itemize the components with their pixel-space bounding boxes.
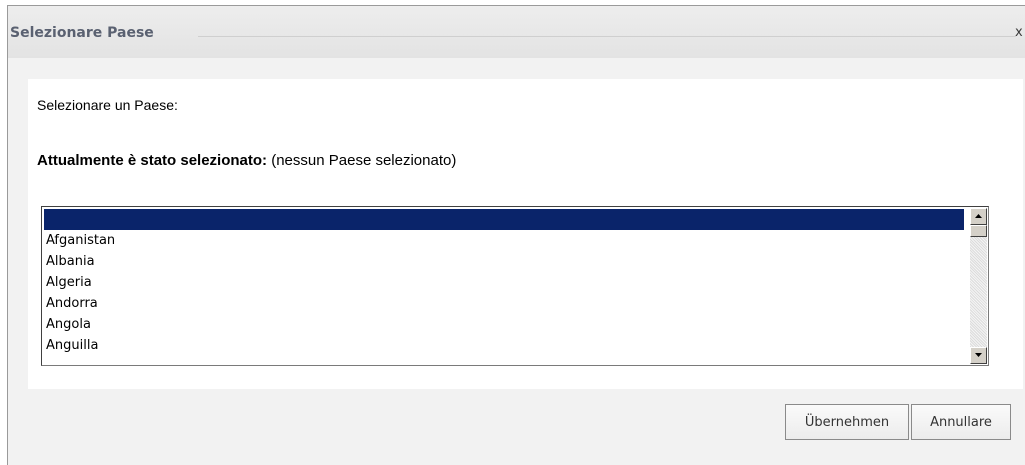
apply-button[interactable]: Übernehmen: [785, 404, 909, 440]
current-selection-label: Attualmente è stato selezionato:: [37, 152, 268, 169]
country-option[interactable]: Anguilla: [44, 335, 964, 356]
cancel-button[interactable]: Annullare: [911, 404, 1011, 440]
listbox-scrollbar[interactable]: [970, 208, 987, 364]
arrow-down-icon: [975, 353, 982, 357]
title-divider: [198, 36, 1016, 37]
current-selection: Attualmente è stato selezionato: (nessun…: [37, 152, 456, 169]
dialog-title: Selezionare Paese: [10, 25, 154, 41]
country-option[interactable]: Angola: [44, 314, 964, 335]
country-option[interactable]: Algeria: [44, 272, 964, 293]
dialog-titlebar: Selezionare Paese x: [8, 6, 1025, 58]
arrow-up-icon: [975, 214, 982, 218]
scroll-thumb[interactable]: [970, 225, 987, 237]
current-selection-value: (nessun Paese selezionato): [271, 152, 457, 169]
close-button[interactable]: x: [1015, 25, 1023, 40]
scroll-up-button[interactable]: [970, 208, 987, 225]
country-option[interactable]: Albania: [44, 251, 964, 272]
country-listbox[interactable]: Afganistan Albania Algeria Andorra Angola Ang…: [41, 206, 989, 366]
scroll-down-button[interactable]: [970, 347, 987, 364]
select-country-prompt: Selezionare un Paese:: [37, 97, 178, 113]
country-list: Afganistan Albania Algeria Andorra Angola Ang…: [44, 209, 964, 356]
country-option[interactable]: Afganistan: [44, 230, 964, 251]
country-option[interactable]: Andorra: [44, 293, 964, 314]
dialog-content: Selezionare un Paese: Attualmente è stat…: [28, 79, 1023, 389]
select-country-dialog: Selezionare Paese x Selezionare un Paese…: [7, 5, 1025, 465]
country-option[interactable]: [44, 209, 964, 230]
